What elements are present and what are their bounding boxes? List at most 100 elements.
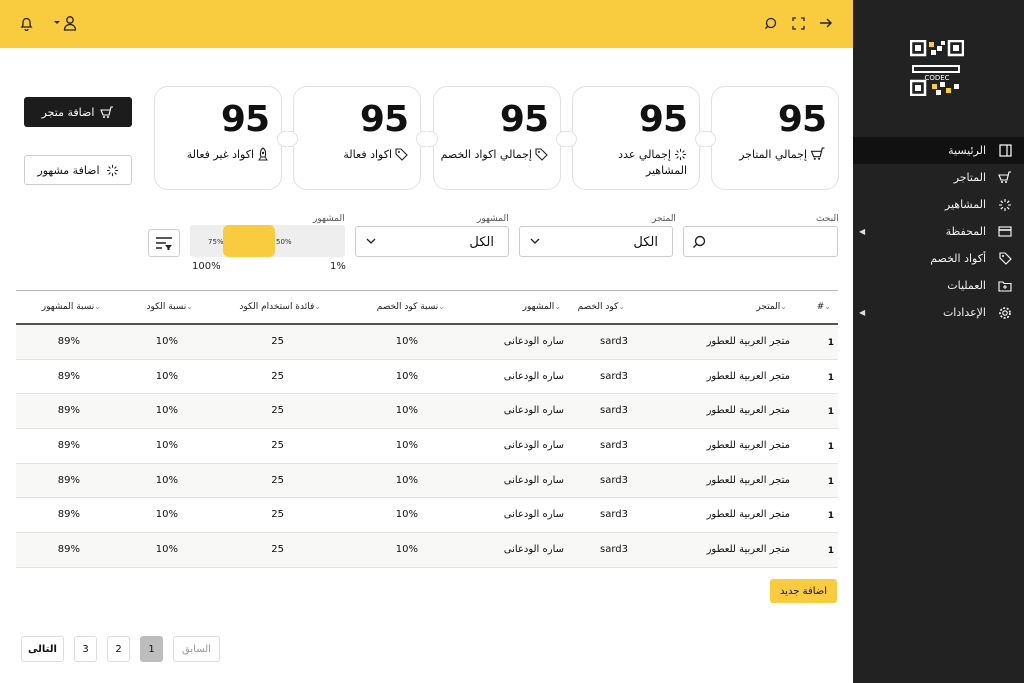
column-header[interactable]: المتجر⌄ — [756, 302, 790, 312]
pagination-page-2[interactable]: 2 — [107, 636, 130, 662]
celebrity-select[interactable]: الكل — [355, 226, 509, 257]
cell-row-index: 1 — [827, 442, 834, 453]
stat-value: 95 — [638, 99, 688, 140]
table-row[interactable]: 1 متجر العربية للعطور sard3 ساره الودعانى 10… — [16, 325, 838, 360]
cell-celebrity-percent: 89% — [57, 474, 80, 486]
stat-label: اكواد غير فعالة — [159, 147, 269, 163]
pagination-prev[interactable]: السابق — [173, 636, 220, 662]
loader-icon — [674, 148, 687, 161]
cell-discount-code: sard3 — [600, 474, 628, 486]
stat-label-text: اكواد غير فعالة — [186, 148, 254, 161]
cell-store-name: متجر العربية للعطور — [706, 509, 790, 521]
search-icon — [693, 235, 706, 248]
sidebar-item-wallet[interactable]: ◀ المحفظة — [853, 218, 1024, 245]
celebrity-filter-label: المشهور — [477, 214, 509, 224]
add-store-button[interactable]: اضافة متجر — [24, 97, 132, 127]
caret-left-icon: ◀ — [859, 227, 866, 236]
svg-text:CODEC: CODEC — [924, 74, 949, 82]
stat-card-inactive-codes: 95 اكواد غير فعالة — [154, 86, 287, 190]
tag-icon — [535, 148, 548, 161]
range-max-label: 100% — [192, 261, 221, 272]
sidebar-item-celebrities[interactable]: المشاهير — [853, 191, 1024, 218]
column-header[interactable]: فائدة استخدام الكود⌄ — [239, 302, 324, 312]
range-selection[interactable] — [223, 225, 275, 257]
add-store-label: اضافة متجر — [41, 105, 95, 119]
stat-label: إجمالي عدد المشاهير — [577, 147, 687, 179]
cell-code-usage-benefit: 25 — [271, 336, 284, 347]
range-high-text: 75% — [208, 238, 224, 246]
column-header[interactable]: كود الخصم⌄ — [578, 302, 628, 312]
fullscreen-icon[interactable] — [788, 13, 808, 33]
stat-label: إجمالي اكواد الخصم — [438, 147, 548, 163]
sidebar: CODEC الرئيسية المتاجر المشاهير ◀ المحفظ… — [853, 0, 1024, 683]
column-header[interactable]: #⌄ — [817, 302, 834, 312]
sidebar-item-discount-codes[interactable]: أكواد الخصم — [853, 245, 1024, 272]
chevron-down-icon: ⌄ — [438, 302, 445, 311]
column-header[interactable]: نسبة الكود⌄ — [146, 302, 196, 312]
stat-card-active-codes: 95 اكواد فعالة — [288, 86, 426, 190]
table-header: #⌄ المتجر⌄ كود الخصم⌄ المشهور⌄ نسبة كود … — [16, 290, 838, 325]
add-new-button[interactable]: اضافة جديد — [770, 579, 837, 603]
stat-card-total-codes: 95 إجمالي اكواد الخصم — [428, 86, 566, 190]
cell-celebrity-name: ساره الودعانى — [503, 509, 564, 521]
column-header-label: كود الخصم — [577, 302, 619, 312]
stat-value: 95 — [499, 99, 549, 140]
cell-discount-percent: 10% — [395, 440, 418, 452]
discount-codes-table: #⌄ المتجر⌄ كود الخصم⌄ المشهور⌄ نسبة كود … — [16, 290, 838, 568]
pagination-page-1[interactable]: 1 — [140, 636, 163, 662]
sidebar-item-stores[interactable]: المتاجر — [853, 164, 1024, 191]
cell-store-name: متجر العربية للعطور — [706, 440, 790, 452]
sidebar-item-settings[interactable]: ◀ الإعدادات — [853, 299, 1024, 326]
cell-code-usage-benefit: 25 — [271, 474, 284, 486]
cell-discount-percent: 10% — [395, 370, 418, 382]
sidebar-item-operations[interactable]: العمليات — [853, 272, 1024, 299]
cell-store-name: متجر العربية للعطور — [706, 474, 790, 486]
column-header-label: نسبة كود الخصم — [376, 302, 439, 312]
cell-discount-code: sard3 — [600, 405, 628, 417]
column-header[interactable]: نسبة المشهور⌄ — [42, 302, 104, 312]
column-header[interactable]: المشهور⌄ — [523, 302, 564, 312]
search-icon[interactable] — [760, 13, 780, 33]
pagination-page-3[interactable]: 3 — [74, 636, 97, 662]
loader-icon — [998, 198, 1012, 212]
pagination-next[interactable]: التالى — [21, 636, 64, 662]
table-row[interactable]: 1 متجر العربية للعطور sard3 ساره الودعانى 10… — [16, 533, 838, 568]
tag-icon — [998, 252, 1012, 266]
logo[interactable]: CODEC — [909, 39, 965, 97]
rocket-icon — [258, 147, 268, 161]
table-row[interactable]: 1 متجر العربية للعطور sard3 ساره الودعانى 10… — [16, 394, 838, 430]
cell-row-index: 1 — [827, 407, 834, 418]
card-notch — [428, 131, 438, 147]
chevron-down-icon: ⌄ — [780, 302, 787, 311]
filter-button[interactable] — [148, 229, 180, 257]
sidebar-item-label: المشاهير — [944, 198, 986, 211]
arrow-right-icon[interactable] — [816, 13, 836, 33]
chevron-down-icon: ⌄ — [186, 302, 193, 311]
add-celebrity-button[interactable]: اضافة مشهور — [24, 155, 132, 185]
sidebar-item-home[interactable]: الرئيسية — [853, 137, 1024, 164]
stat-value: 95 — [777, 99, 827, 140]
chevron-down-icon: ⌄ — [824, 302, 831, 311]
user-icon[interactable] — [52, 13, 78, 33]
column-header-label: المتجر — [756, 302, 781, 312]
column-header[interactable]: نسبة كود الخصم⌄ — [377, 302, 448, 312]
bell-icon[interactable] — [16, 13, 36, 33]
cell-discount-percent: 10% — [395, 474, 418, 486]
caret-left-icon: ◀ — [859, 308, 866, 317]
search-input[interactable] — [683, 226, 838, 257]
cell-discount-code: sard3 — [600, 370, 628, 382]
store-select[interactable]: الكل — [519, 226, 673, 257]
cart-icon — [810, 147, 825, 160]
table-row[interactable]: 1 متجر العربية للعطور sard3 ساره الودعانى 10… — [16, 498, 838, 534]
range-low-text: 50% — [276, 238, 292, 246]
cell-store-name: متجر العربية للعطور — [706, 336, 790, 347]
percentage-range-slider[interactable]: 75% 50% — [190, 225, 345, 257]
sidebar-nav: الرئيسية المتاجر المشاهير ◀ المحفظة أكوا… — [853, 137, 1024, 326]
table-row[interactable]: 1 متجر العربية للعطور sard3 ساره الودعانى 10… — [16, 463, 838, 499]
table-row[interactable]: 1 متجر العربية للعطور sard3 ساره الودعانى 10… — [16, 360, 838, 395]
gear-icon — [998, 306, 1012, 320]
stat-card-total-stores: 95 إجمالي المتاجر — [706, 86, 839, 190]
filter-icon — [156, 237, 172, 250]
cell-discount-code: sard3 — [600, 440, 628, 452]
table-row[interactable]: 1 متجر العربية للعطور sard3 ساره الودعانى 10… — [16, 429, 838, 464]
